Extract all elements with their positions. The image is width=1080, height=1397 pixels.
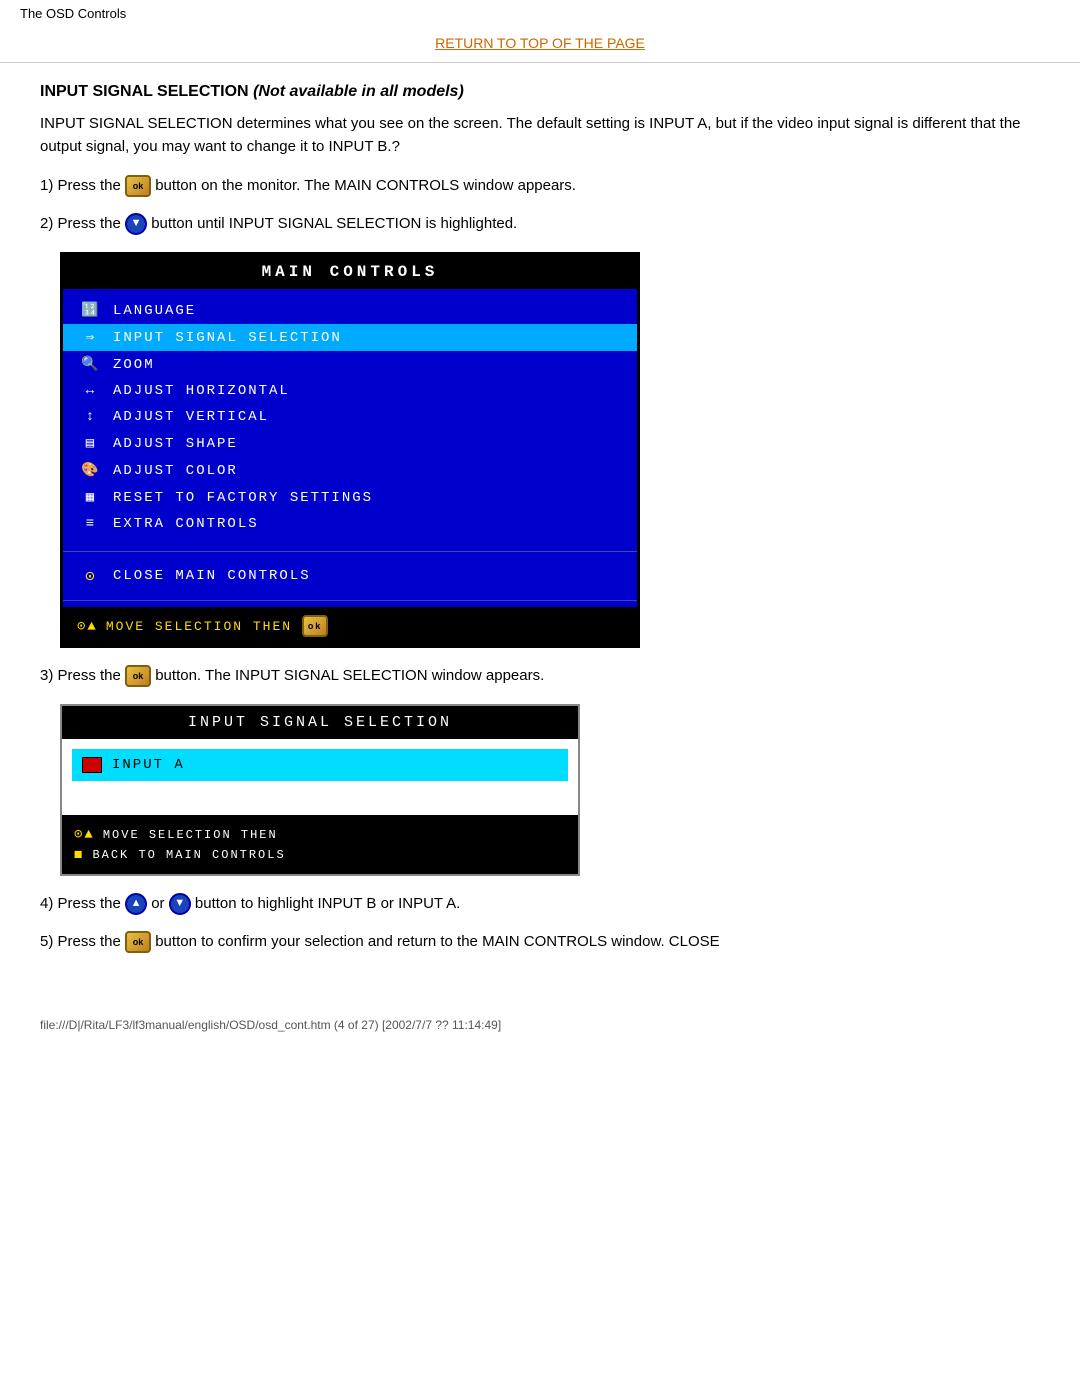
osd-item-input-signal: ⇒ INPUT SIGNAL SELECTION	[63, 324, 637, 351]
osd-item-language: 🔢 LANGUAGE	[63, 297, 637, 324]
horizontal-icon: ↔	[77, 383, 105, 399]
step3-text: 3) Press the	[40, 667, 121, 684]
osd-item-color: 🎨 ADJUST COLOR	[63, 457, 637, 484]
step5-text-b: button to confirm your selection and ret…	[155, 933, 719, 950]
title-italic: (Not available in all models)	[253, 83, 464, 100]
iss-bottom-bar: ⊙▲ MOVE SELECTION THEN ◼ BACK TO MAIN CO…	[62, 815, 578, 874]
color-label: ADJUST COLOR	[113, 463, 238, 479]
iss-body: INPUT A	[62, 739, 578, 815]
osd-divider	[63, 551, 637, 552]
iss-spacer	[72, 781, 568, 805]
osd-item-zoom: 🔍 ZOOM	[63, 351, 637, 378]
language-icon: 🔢	[77, 302, 105, 319]
input-a-label: INPUT A	[112, 757, 185, 773]
osd-divider-2	[63, 600, 637, 601]
iss-window: INPUT SIGNAL SELECTION INPUT A ⊙▲ MOVE S…	[60, 704, 580, 876]
language-label: LANGUAGE	[113, 303, 196, 319]
main-controls-osd: MAIN CONTROLS 🔢 LANGUAGE ⇒ INPUT SIGNAL …	[60, 252, 640, 648]
footer: file:///D|/Rita/LF3/lf3manual/english/OS…	[0, 1008, 1080, 1042]
return-link-bar: RETURN TO TOP OF THE PAGE	[0, 27, 1080, 63]
return-to-top-link[interactable]: RETURN TO TOP OF THE PAGE	[435, 35, 645, 51]
iss-move-label: MOVE SELECTION THEN	[103, 828, 278, 842]
step-5: 5) Press the ok button to confirm your s…	[40, 930, 1040, 954]
step1-text-b: button on the monitor. The MAIN CONTROLS…	[155, 177, 576, 194]
step2-text: 2) Press the	[40, 215, 121, 232]
extra-icon: ≡	[77, 516, 105, 532]
step1-text: 1) Press the	[40, 177, 121, 194]
down-button-icon-2: ▼	[169, 893, 191, 915]
zoom-icon: 🔍	[77, 356, 105, 373]
step-4: 4) Press the ▲ or ▼ button to highlight …	[40, 892, 1040, 916]
step-3: 3) Press the ok button. The INPUT SIGNAL…	[40, 664, 1040, 688]
input-signal-label: INPUT SIGNAL SELECTION	[113, 330, 342, 346]
osd-item-shape: ▤ ADJUST SHAPE	[63, 430, 637, 457]
osd-item-horizontal: ↔ ADJUST HORIZONTAL	[63, 378, 637, 404]
back-icon: ◼	[74, 846, 84, 863]
up-button-icon: ▲	[125, 893, 147, 915]
step2-text-b: button until INPUT SIGNAL SELECTION is h…	[151, 215, 517, 232]
move-icons-2: ⊙▲	[74, 826, 95, 843]
osd-item-vertical: ↕ ADJUST VERTICAL	[63, 404, 637, 430]
input-a-icon	[82, 757, 102, 773]
footer-text: file:///D|/Rita/LF3/lf3manual/english/OS…	[40, 1018, 501, 1032]
move-icons: ⊙▲	[77, 618, 98, 635]
step-2: 2) Press the ▼ button until INPUT SIGNAL…	[40, 212, 1040, 236]
horizontal-label: ADJUST HORIZONTAL	[113, 383, 290, 399]
step-1: 1) Press the ok button on the monitor. T…	[40, 174, 1040, 198]
ok-button-icon-1: ok	[125, 175, 151, 197]
osd-item-extra: ≡ EXTRA CONTROLS	[63, 511, 637, 537]
move-label: MOVE SELECTION THEN	[106, 619, 292, 634]
shape-label: ADJUST SHAPE	[113, 436, 238, 452]
top-bar: The OSD Controls	[0, 0, 1080, 27]
step5-text: 5) Press the	[40, 933, 121, 950]
osd-menu: 🔢 LANGUAGE ⇒ INPUT SIGNAL SELECTION 🔍 ZO…	[63, 289, 637, 545]
reset-icon: ▦	[77, 489, 105, 506]
shape-icon: ▤	[77, 435, 105, 452]
step3-text-b: button. The INPUT SIGNAL SELECTION windo…	[155, 667, 544, 684]
zoom-label: ZOOM	[113, 357, 155, 373]
vertical-label: ADJUST VERTICAL	[113, 409, 269, 425]
input-signal-icon: ⇒	[77, 329, 105, 346]
iss-bottom-line-2: ◼ BACK TO MAIN CONTROLS	[74, 846, 566, 863]
ok-button-icon-3: ok	[125, 931, 151, 953]
close-label: CLOSE MAIN CONTROLS	[113, 568, 311, 584]
close-icon: ⊙	[77, 566, 105, 586]
step4-text: 4) Press the	[40, 895, 125, 912]
down-button-icon-1: ▼	[125, 213, 147, 235]
breadcrumb: The OSD Controls	[20, 6, 126, 21]
iss-item-input-a: INPUT A	[72, 749, 568, 781]
step4-text-c: button to highlight INPUT B or INPUT A.	[191, 895, 461, 912]
iss-bottom-line-1: ⊙▲ MOVE SELECTION THEN	[74, 826, 566, 843]
osd-close-section: ⊙ CLOSE MAIN CONTROLS	[63, 558, 637, 594]
osd-item-reset: ▦ RESET TO FACTORY SETTINGS	[63, 484, 637, 511]
color-icon: 🎨	[77, 462, 105, 479]
extra-label: EXTRA CONTROLS	[113, 516, 259, 532]
title-bold: INPUT SIGNAL SELECTION	[40, 83, 249, 100]
main-content: INPUT SIGNAL SELECTION (Not available in…	[0, 63, 1080, 988]
iss-title: INPUT SIGNAL SELECTION	[62, 706, 578, 739]
osd-bottom-bar: ⊙▲ MOVE SELECTION THEN ok	[63, 607, 637, 645]
section-title: INPUT SIGNAL SELECTION (Not available in…	[40, 83, 1040, 101]
reset-label: RESET TO FACTORY SETTINGS	[113, 490, 373, 506]
step4-or: or	[147, 895, 169, 912]
vertical-icon: ↕	[77, 409, 105, 425]
section-description: INPUT SIGNAL SELECTION determines what y…	[40, 113, 1040, 158]
iss-back-label: BACK TO MAIN CONTROLS	[92, 848, 285, 862]
ok-button-icon-2: ok	[125, 665, 151, 687]
osd-title: MAIN CONTROLS	[63, 255, 637, 289]
ok-icon-bottom: ok	[302, 615, 328, 637]
